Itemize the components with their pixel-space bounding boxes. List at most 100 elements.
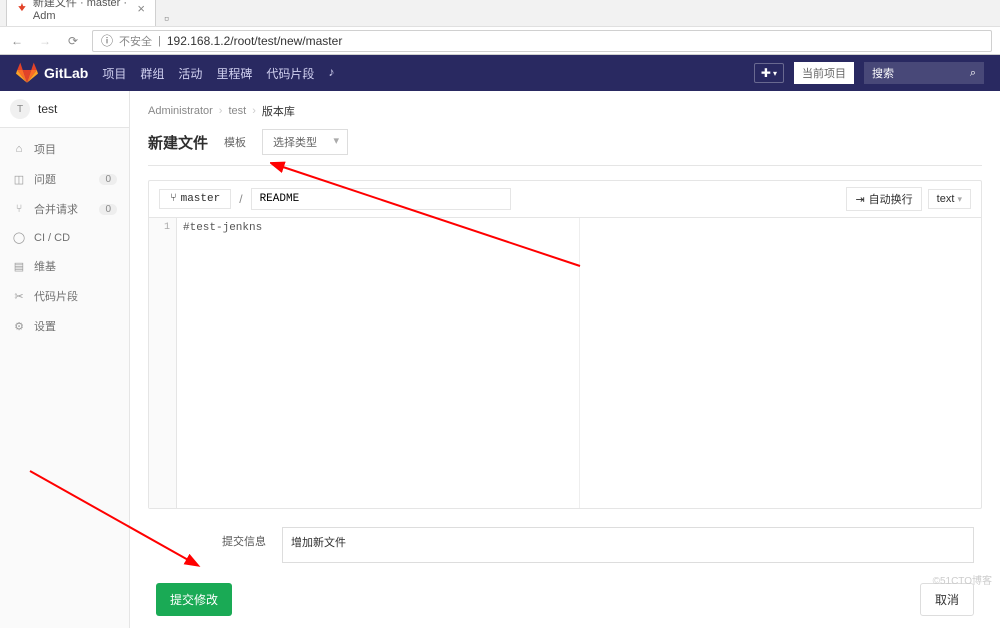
nav-activity[interactable]: 活动 — [178, 65, 202, 82]
breadcrumb: Administrator › test › 版本库 — [148, 103, 982, 119]
sidebar: T test ⌂ 项目 ◫ 问题 0 ⑂ 合并请求 0 ◯ CI / CD — [0, 91, 130, 628]
tab-title: 新建文件 · master · Adm — [33, 0, 131, 22]
sidebar-item-cicd[interactable]: ◯ CI / CD — [0, 224, 129, 251]
commit-row: 提交信息 增加新文件 — [156, 527, 974, 563]
wrap-label: 自动换行 — [869, 191, 913, 207]
sidebar-label: 问题 — [34, 171, 91, 187]
nav-snippets[interactable]: 代码片段 — [266, 65, 314, 82]
breadcrumb-sep: › — [219, 105, 223, 117]
breadcrumb-sep: › — [252, 105, 256, 117]
issues-badge: 0 — [99, 174, 117, 185]
search-input[interactable]: 搜索 ⌕ — [864, 62, 984, 84]
commit-buttons: 提交修改 取消 — [156, 583, 974, 616]
content-area: Administrator › test › 版本库 新建文件 模板 选择类型 … — [130, 91, 1000, 628]
page-title-row: 新建文件 模板 选择类型 — [148, 129, 982, 166]
tab-close-icon[interactable]: × — [137, 1, 145, 16]
sidebar-label: 项目 — [34, 141, 117, 157]
chevron-down-icon: ▾ — [957, 194, 962, 204]
nav-milestones[interactable]: 里程碑 — [216, 65, 252, 82]
file-header: ⑂ master / ⇥ 自动换行 text ▾ — [149, 181, 981, 218]
forward-icon[interactable]: → — [36, 32, 54, 50]
breadcrumb-admin[interactable]: Administrator — [148, 105, 213, 117]
sidebar-item-settings[interactable]: ⚙ 设置 — [0, 311, 129, 341]
sidebar-label: 代码片段 — [34, 288, 117, 304]
browser-tab-bar: 新建文件 · master · Adm × ▫ — [0, 0, 1000, 26]
plus-icon: ✚ — [761, 66, 771, 80]
info-icon: ⓘ — [101, 32, 113, 49]
gitlab-logo[interactable]: GitLab — [16, 62, 88, 84]
wrap-icon: ⇥ — [855, 193, 864, 206]
sidebar-item-project[interactable]: ⌂ 项目 — [0, 134, 129, 164]
gitlab-logo-icon — [16, 62, 38, 84]
breadcrumb-test[interactable]: test — [228, 105, 246, 117]
back-icon[interactable]: ← — [8, 32, 26, 50]
soft-wrap-button[interactable]: ⇥ 自动换行 — [846, 187, 921, 211]
merge-icon: ⑂ — [12, 203, 26, 215]
url-input[interactable]: ⓘ 不安全 | 192.168.1.2/root/test/new/master — [92, 30, 992, 52]
editor-text: #test-jenkns — [183, 222, 262, 234]
sidebar-item-wiki[interactable]: ▤ 维基 — [0, 251, 129, 281]
url-bar: ← → ⟳ ⓘ 不安全 | 192.168.1.2/root/test/new/… — [0, 26, 1000, 54]
commit-message-input[interactable]: 增加新文件 — [282, 527, 974, 563]
path-separator: / — [239, 192, 242, 206]
search-icon: ⌕ — [970, 67, 976, 80]
file-panel: ⑂ master / ⇥ 自动换行 text ▾ — [148, 180, 982, 509]
gitlab-header: GitLab 项目 群组 活动 里程碑 代码片段 ♪ ✚ ▾ 当前项目 搜索 ⌕ — [0, 55, 1000, 91]
cancel-button[interactable]: 取消 — [920, 583, 974, 616]
browser-chrome: 新建文件 · master · Adm × ▫ ← → ⟳ ⓘ 不安全 | 19… — [0, 0, 1000, 55]
editor-content[interactable]: #test-jenkns — [177, 218, 981, 508]
main-layout: T test ⌂ 项目 ◫ 问题 0 ⑂ 合并请求 0 ◯ CI / CD — [0, 91, 1000, 628]
sidebar-label: CI / CD — [34, 232, 117, 244]
browser-tab[interactable]: 新建文件 · master · Adm × — [6, 0, 156, 26]
chevron-down-icon: ▾ — [773, 69, 777, 78]
sidebar-item-snippets[interactable]: ✂ 代码片段 — [0, 281, 129, 311]
sidebar-label: 维基 — [34, 258, 117, 274]
snippet-icon: ✂ — [12, 290, 26, 303]
merge-badge: 0 — [99, 204, 117, 215]
editor-ruler — [579, 218, 580, 508]
ci-icon: ◯ — [12, 231, 26, 244]
url-text: 192.168.1.2/root/test/new/master — [167, 34, 342, 48]
sidebar-label: 设置 — [34, 318, 117, 334]
line-gutter: 1 — [149, 218, 177, 508]
syntax-select[interactable]: text ▾ — [928, 189, 971, 209]
syntax-label: text — [937, 193, 955, 205]
issue-icon: ◫ — [12, 173, 26, 186]
new-tab-button[interactable]: ▫ — [156, 10, 177, 26]
wiki-icon: ▤ — [12, 260, 26, 273]
header-nav: 项目 群组 活动 里程碑 代码片段 ♪ — [102, 65, 334, 82]
insecure-label: 不安全 — [119, 33, 152, 49]
sidebar-item-issues[interactable]: ◫ 问题 0 — [0, 164, 129, 194]
branch-icon: ⑂ — [170, 193, 177, 205]
watermark: ©51CTO博客 — [933, 572, 992, 587]
reload-icon[interactable]: ⟳ — [64, 32, 82, 50]
search-placeholder: 搜索 — [872, 65, 894, 81]
breadcrumb-repo[interactable]: 版本库 — [262, 103, 295, 119]
nav-more-icon[interactable]: ♪ — [328, 65, 334, 82]
page-title: 新建文件 — [148, 132, 208, 153]
nav-projects[interactable]: 项目 — [102, 65, 126, 82]
tab-favicon — [17, 2, 27, 14]
branch-display: ⑂ master — [159, 189, 231, 209]
submit-button[interactable]: 提交修改 — [156, 583, 232, 616]
project-avatar: T — [10, 99, 30, 119]
branch-name: master — [181, 193, 221, 205]
line-number: 1 — [155, 222, 170, 233]
sidebar-item-merge[interactable]: ⑂ 合并请求 0 — [0, 194, 129, 224]
editor-area[interactable]: 1 #test-jenkns — [149, 218, 981, 508]
nav-groups[interactable]: 群组 — [140, 65, 164, 82]
url-sep: | — [158, 35, 161, 47]
project-header[interactable]: T test — [0, 91, 129, 128]
filename-input[interactable] — [251, 188, 511, 210]
home-icon: ⌂ — [12, 143, 26, 155]
new-dropdown[interactable]: ✚ ▾ — [754, 63, 784, 83]
project-scope-select[interactable]: 当前项目 — [794, 62, 854, 84]
header-right: ✚ ▾ 当前项目 搜索 ⌕ — [754, 62, 984, 84]
sidebar-label: 合并请求 — [34, 201, 91, 217]
template-label: 模板 — [224, 134, 246, 150]
project-name: test — [38, 102, 57, 116]
sidebar-items: ⌂ 项目 ◫ 问题 0 ⑂ 合并请求 0 ◯ CI / CD ▤ 维基 — [0, 128, 129, 347]
commit-section: 提交信息 增加新文件 提交修改 取消 — [148, 527, 982, 616]
gear-icon: ⚙ — [12, 320, 26, 333]
template-select[interactable]: 选择类型 — [262, 129, 348, 155]
